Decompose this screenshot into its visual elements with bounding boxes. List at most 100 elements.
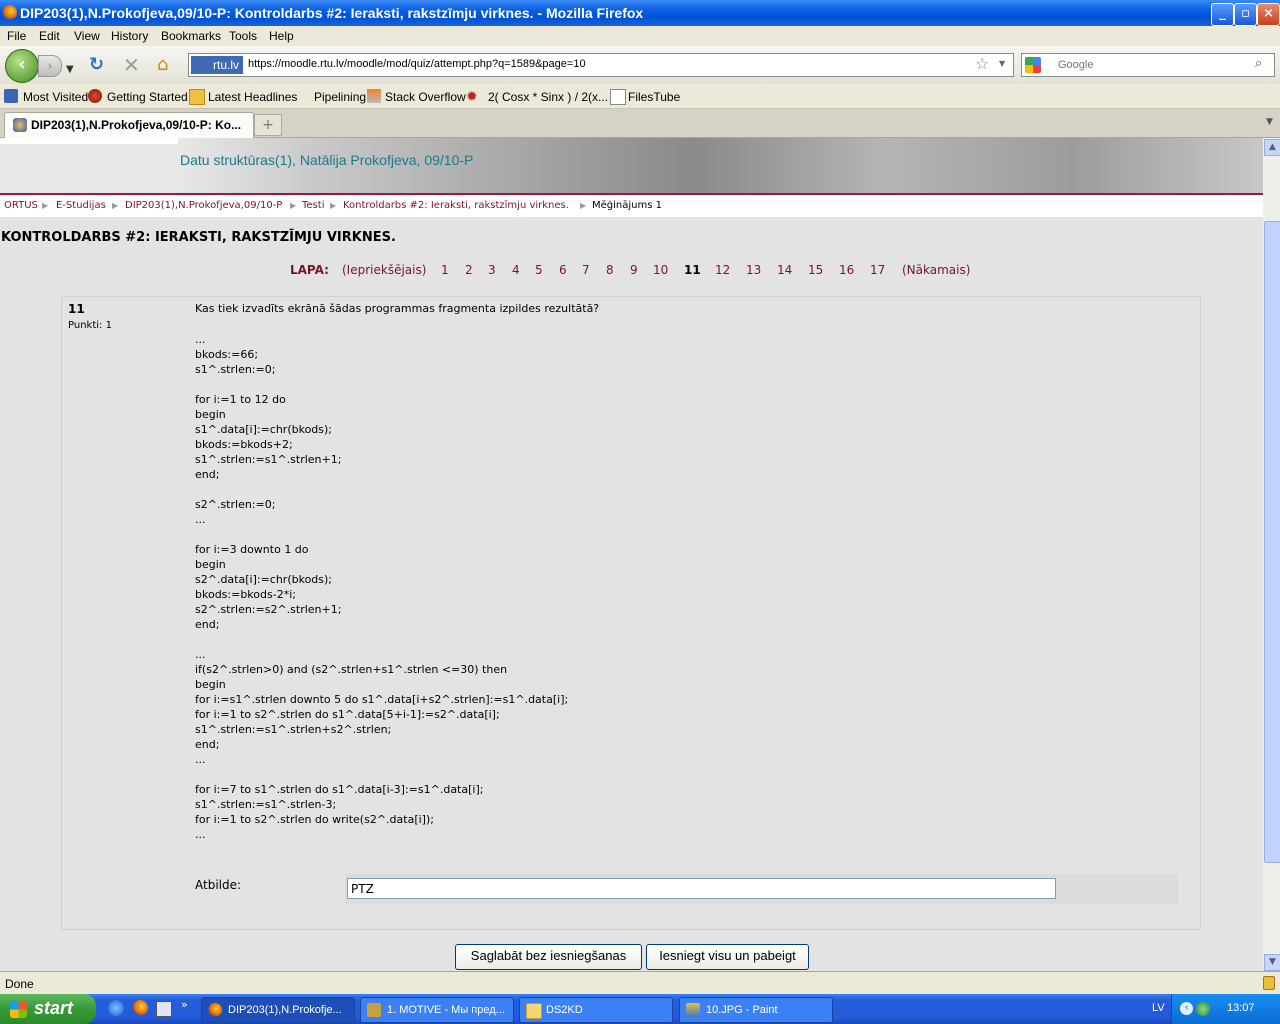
google-engine-icon[interactable] — [1025, 57, 1041, 73]
taskbar-task-firefox[interactable]: DIP203(1),N.Prokofje... — [201, 997, 355, 1023]
breadcrumb-quiz[interactable]: Kontroldarbs #2: Ieraksti, rakstzīmju vi… — [343, 200, 569, 211]
scroll-up-icon[interactable]: ▲ — [1264, 139, 1280, 156]
menu-view[interactable]: View — [74, 29, 100, 43]
lock-icon[interactable] — [1263, 976, 1275, 990]
pager-page-6[interactable]: 6 — [559, 263, 567, 277]
pager-page-13[interactable]: 13 — [746, 263, 761, 277]
bookmark-star-icon[interactable]: ☆ — [975, 54, 989, 73]
course-title[interactable]: Datu struktūras(1), Natālija Prokofjeva,… — [180, 152, 473, 168]
home-icon[interactable]: ⌂ — [157, 55, 168, 75]
firefox-task-icon — [208, 1003, 222, 1017]
network-tray-icon[interactable] — [1196, 1002, 1210, 1016]
submit-all-button[interactable]: Iesniegt visu un pabeigt — [646, 944, 809, 970]
tab-list-icon[interactable]: ▼ — [1266, 117, 1273, 127]
taskbar-task-label: 10.JPG - Paint — [706, 1004, 778, 1016]
pager-page-1[interactable]: 1 — [441, 263, 449, 277]
rss-feed-icon — [189, 89, 205, 105]
menu-tools[interactable]: Tools — [229, 29, 257, 43]
pager-page-4[interactable]: 4 — [512, 263, 520, 277]
pager-page-9[interactable]: 9 — [630, 263, 638, 277]
breadcrumb-course[interactable]: DIP203(1),N.Prokofjeva,09/10-P — [125, 200, 282, 211]
clock: 13:07 — [1227, 1002, 1255, 1014]
start-button[interactable]: start — [0, 994, 96, 1024]
close-button[interactable]: × — [1257, 3, 1280, 26]
most-visited-icon — [4, 89, 18, 103]
question-points: Punkti: 1 — [68, 320, 112, 331]
history-dropdown-icon[interactable]: ▼ — [66, 60, 74, 80]
maximize-button[interactable]: ▫ — [1234, 3, 1257, 26]
taskbar-task-paint[interactable]: 10.JPG - Paint — [679, 997, 833, 1023]
tab-active[interactable]: DIP203(1),N.Prokofjeva,09/10-P: Ko... — [4, 112, 254, 138]
url-bar[interactable]: rtu.lv https://moodle.rtu.lv/moodle/mod/… — [188, 53, 1014, 77]
bookmark-pipelining[interactable]: Pipelining — [314, 90, 366, 104]
pager-page-8[interactable]: 8 — [606, 263, 614, 277]
question-number: 11 — [68, 302, 85, 316]
pager-page-17[interactable]: 17 — [870, 263, 885, 277]
scroll-thumb[interactable] — [1264, 221, 1280, 863]
stop-icon[interactable]: ✕ — [123, 55, 140, 75]
ie-quicklaunch-icon[interactable] — [108, 1000, 124, 1016]
pager-page-3[interactable]: 3 — [488, 263, 496, 277]
pager-page-2[interactable]: 2 — [465, 263, 473, 277]
answer-input[interactable] — [347, 878, 1056, 899]
pager-page-15[interactable]: 15 — [808, 263, 823, 277]
tab-favicon-icon — [13, 118, 27, 132]
tray-expand-icon[interactable]: ‹ — [1180, 1002, 1193, 1015]
search-input[interactable] — [1056, 56, 1250, 74]
pager-page-7[interactable]: 7 — [582, 263, 590, 277]
menu-file[interactable]: File — [7, 29, 26, 43]
new-tab-button[interactable]: + — [254, 114, 282, 136]
calculator-quicklaunch-icon[interactable] — [156, 1001, 172, 1017]
minimize-button[interactable]: _ — [1211, 3, 1234, 26]
language-indicator[interactable]: LV — [1152, 1002, 1165, 1014]
pager-label: LAPA: — [290, 263, 329, 277]
breadcrumb-ortus[interactable]: ORTUS — [4, 200, 38, 211]
pager-current-page: 11 — [684, 263, 701, 277]
menu-history[interactable]: History — [111, 29, 148, 43]
search-bar[interactable]: ⌕ — [1021, 53, 1275, 77]
course-banner: Datu struktūras(1), Natālija Prokofjeva,… — [0, 138, 1263, 193]
pager-page-14[interactable]: 14 — [777, 263, 792, 277]
breadcrumb-e-studijas[interactable]: E-Studijas — [56, 200, 106, 211]
quicklaunch-more-icon[interactable]: » — [181, 998, 188, 1011]
bookmark-latest-headlines[interactable]: Latest Headlines — [208, 90, 297, 104]
menu-help[interactable]: Help — [269, 29, 294, 43]
taskbar-task-label: 1. MOTIVE - Мы пред... — [387, 1004, 505, 1016]
menu-bar: File Edit View History Bookmarks Tools H… — [0, 26, 1280, 46]
vertical-scrollbar[interactable]: ▲ ▼ — [1263, 138, 1280, 971]
search-icon[interactable]: ⌕ — [1255, 56, 1262, 71]
back-button[interactable]: ‹ — [5, 49, 39, 83]
url-text[interactable]: https://moodle.rtu.lv/moodle/mod/quiz/at… — [248, 58, 586, 70]
pager-page-16[interactable]: 16 — [839, 263, 854, 277]
quiz-title: KONTROLDARBS #2: IERAKSTI, RAKSTZĪMJU VI… — [1, 230, 396, 245]
url-dropdown-icon[interactable]: ▼ — [999, 59, 1005, 68]
breadcrumb-separator-icon: ▶ — [580, 201, 587, 210]
site-identity-badge[interactable]: rtu.lv — [191, 56, 244, 74]
reload-icon[interactable]: ↻ — [89, 55, 104, 75]
firefox-quicklaunch-icon[interactable] — [132, 1000, 148, 1016]
save-without-submit-button[interactable]: Saglabāt bez iesniegšanas — [455, 944, 642, 970]
pager-page-5[interactable]: 5 — [535, 263, 543, 277]
taskbar-task-motive[interactable]: 1. MOTIVE - Мы пред... — [360, 997, 514, 1023]
forward-button[interactable]: › — [38, 55, 62, 77]
pager-page-12[interactable]: 12 — [715, 263, 730, 277]
menu-bookmarks[interactable]: Bookmarks — [161, 29, 221, 43]
scroll-down-icon[interactable]: ▼ — [1264, 954, 1280, 971]
menu-edit[interactable]: Edit — [39, 29, 60, 43]
taskbar-task-label: DIP203(1),N.Prokofje... — [228, 1004, 342, 1016]
status-bar: Done — [0, 971, 1280, 994]
bookmark-filestube[interactable]: FilesTube — [628, 90, 680, 104]
pager-next-link[interactable]: (Nākamais) — [902, 263, 970, 277]
pager-page-10[interactable]: 10 — [653, 263, 668, 277]
bookmark-getting-started[interactable]: Getting Started — [107, 90, 188, 104]
firefox-icon — [2, 5, 17, 20]
bookmark-most-visited[interactable]: Most Visited — [23, 90, 88, 104]
pager-prev-link[interactable]: (Iepriekšējais) — [342, 263, 426, 277]
bookmark-cosx-sinx[interactable]: 2( Cosx * Sinx ) / 2(x... — [488, 90, 608, 104]
winamp-task-icon — [367, 1003, 381, 1017]
taskbar-task-ds2kd[interactable]: DS2KD — [519, 997, 673, 1023]
breadcrumb-testi[interactable]: Testi — [302, 200, 324, 211]
bookmark-stack-overflow[interactable]: Stack Overflow — [385, 90, 466, 104]
start-label: start — [34, 998, 74, 1018]
breadcrumb-separator-icon: ▶ — [290, 201, 297, 210]
